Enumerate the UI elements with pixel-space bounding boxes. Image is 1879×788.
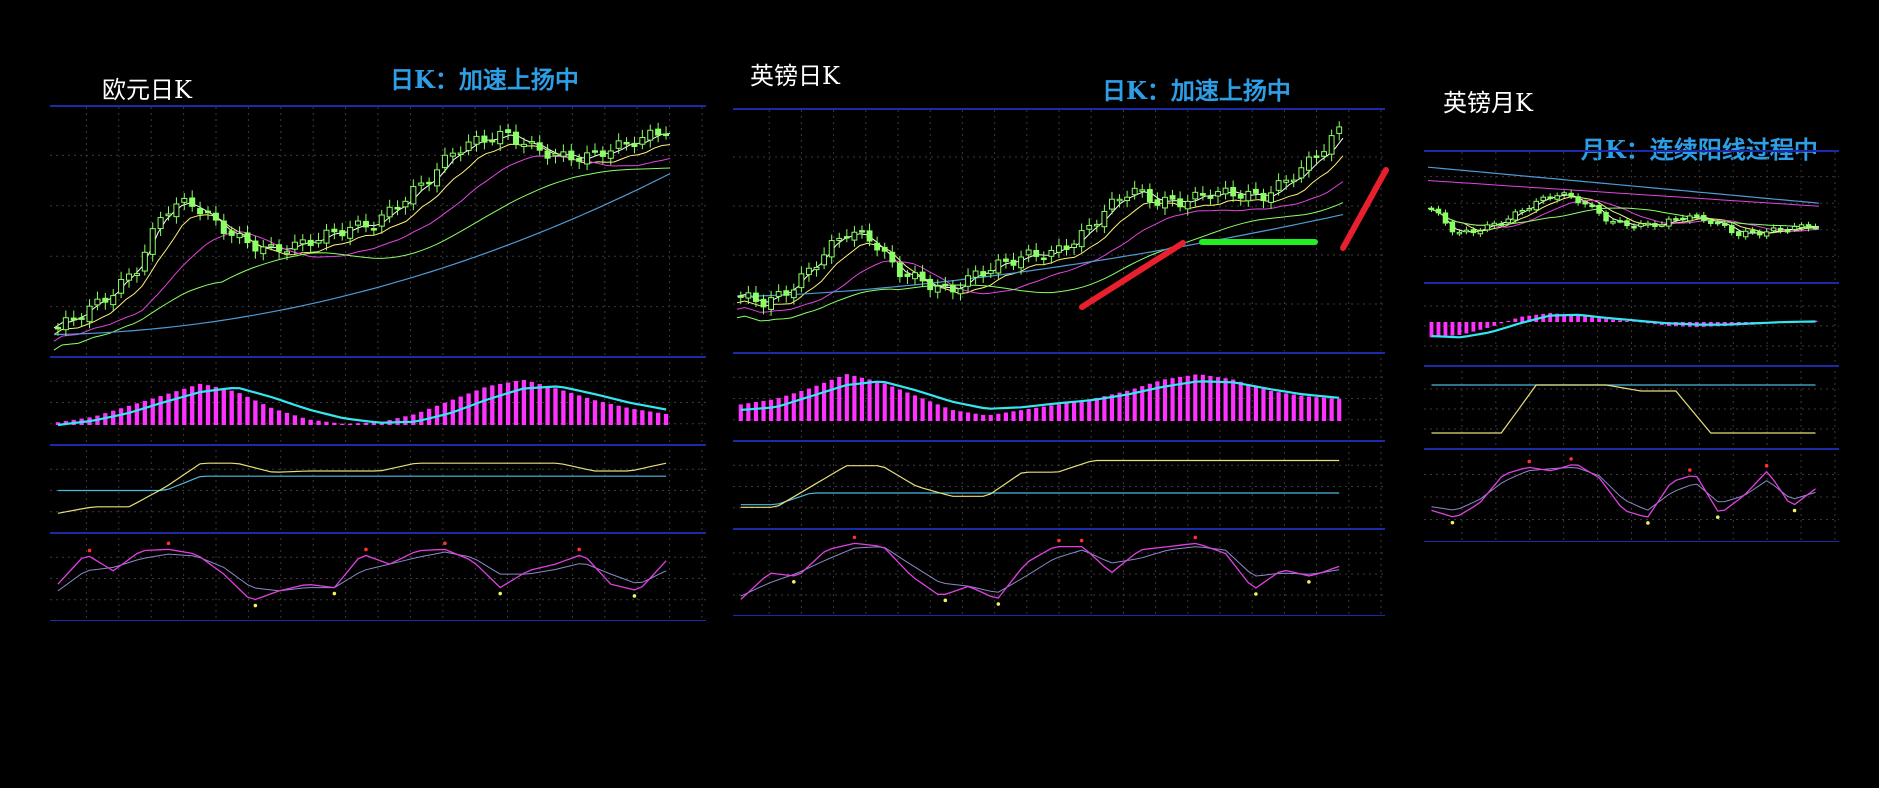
red-trend-stroke-left [1079,240,1186,310]
trend-annotations [1079,167,1389,310]
red-trend-stroke-right [1340,167,1389,251]
